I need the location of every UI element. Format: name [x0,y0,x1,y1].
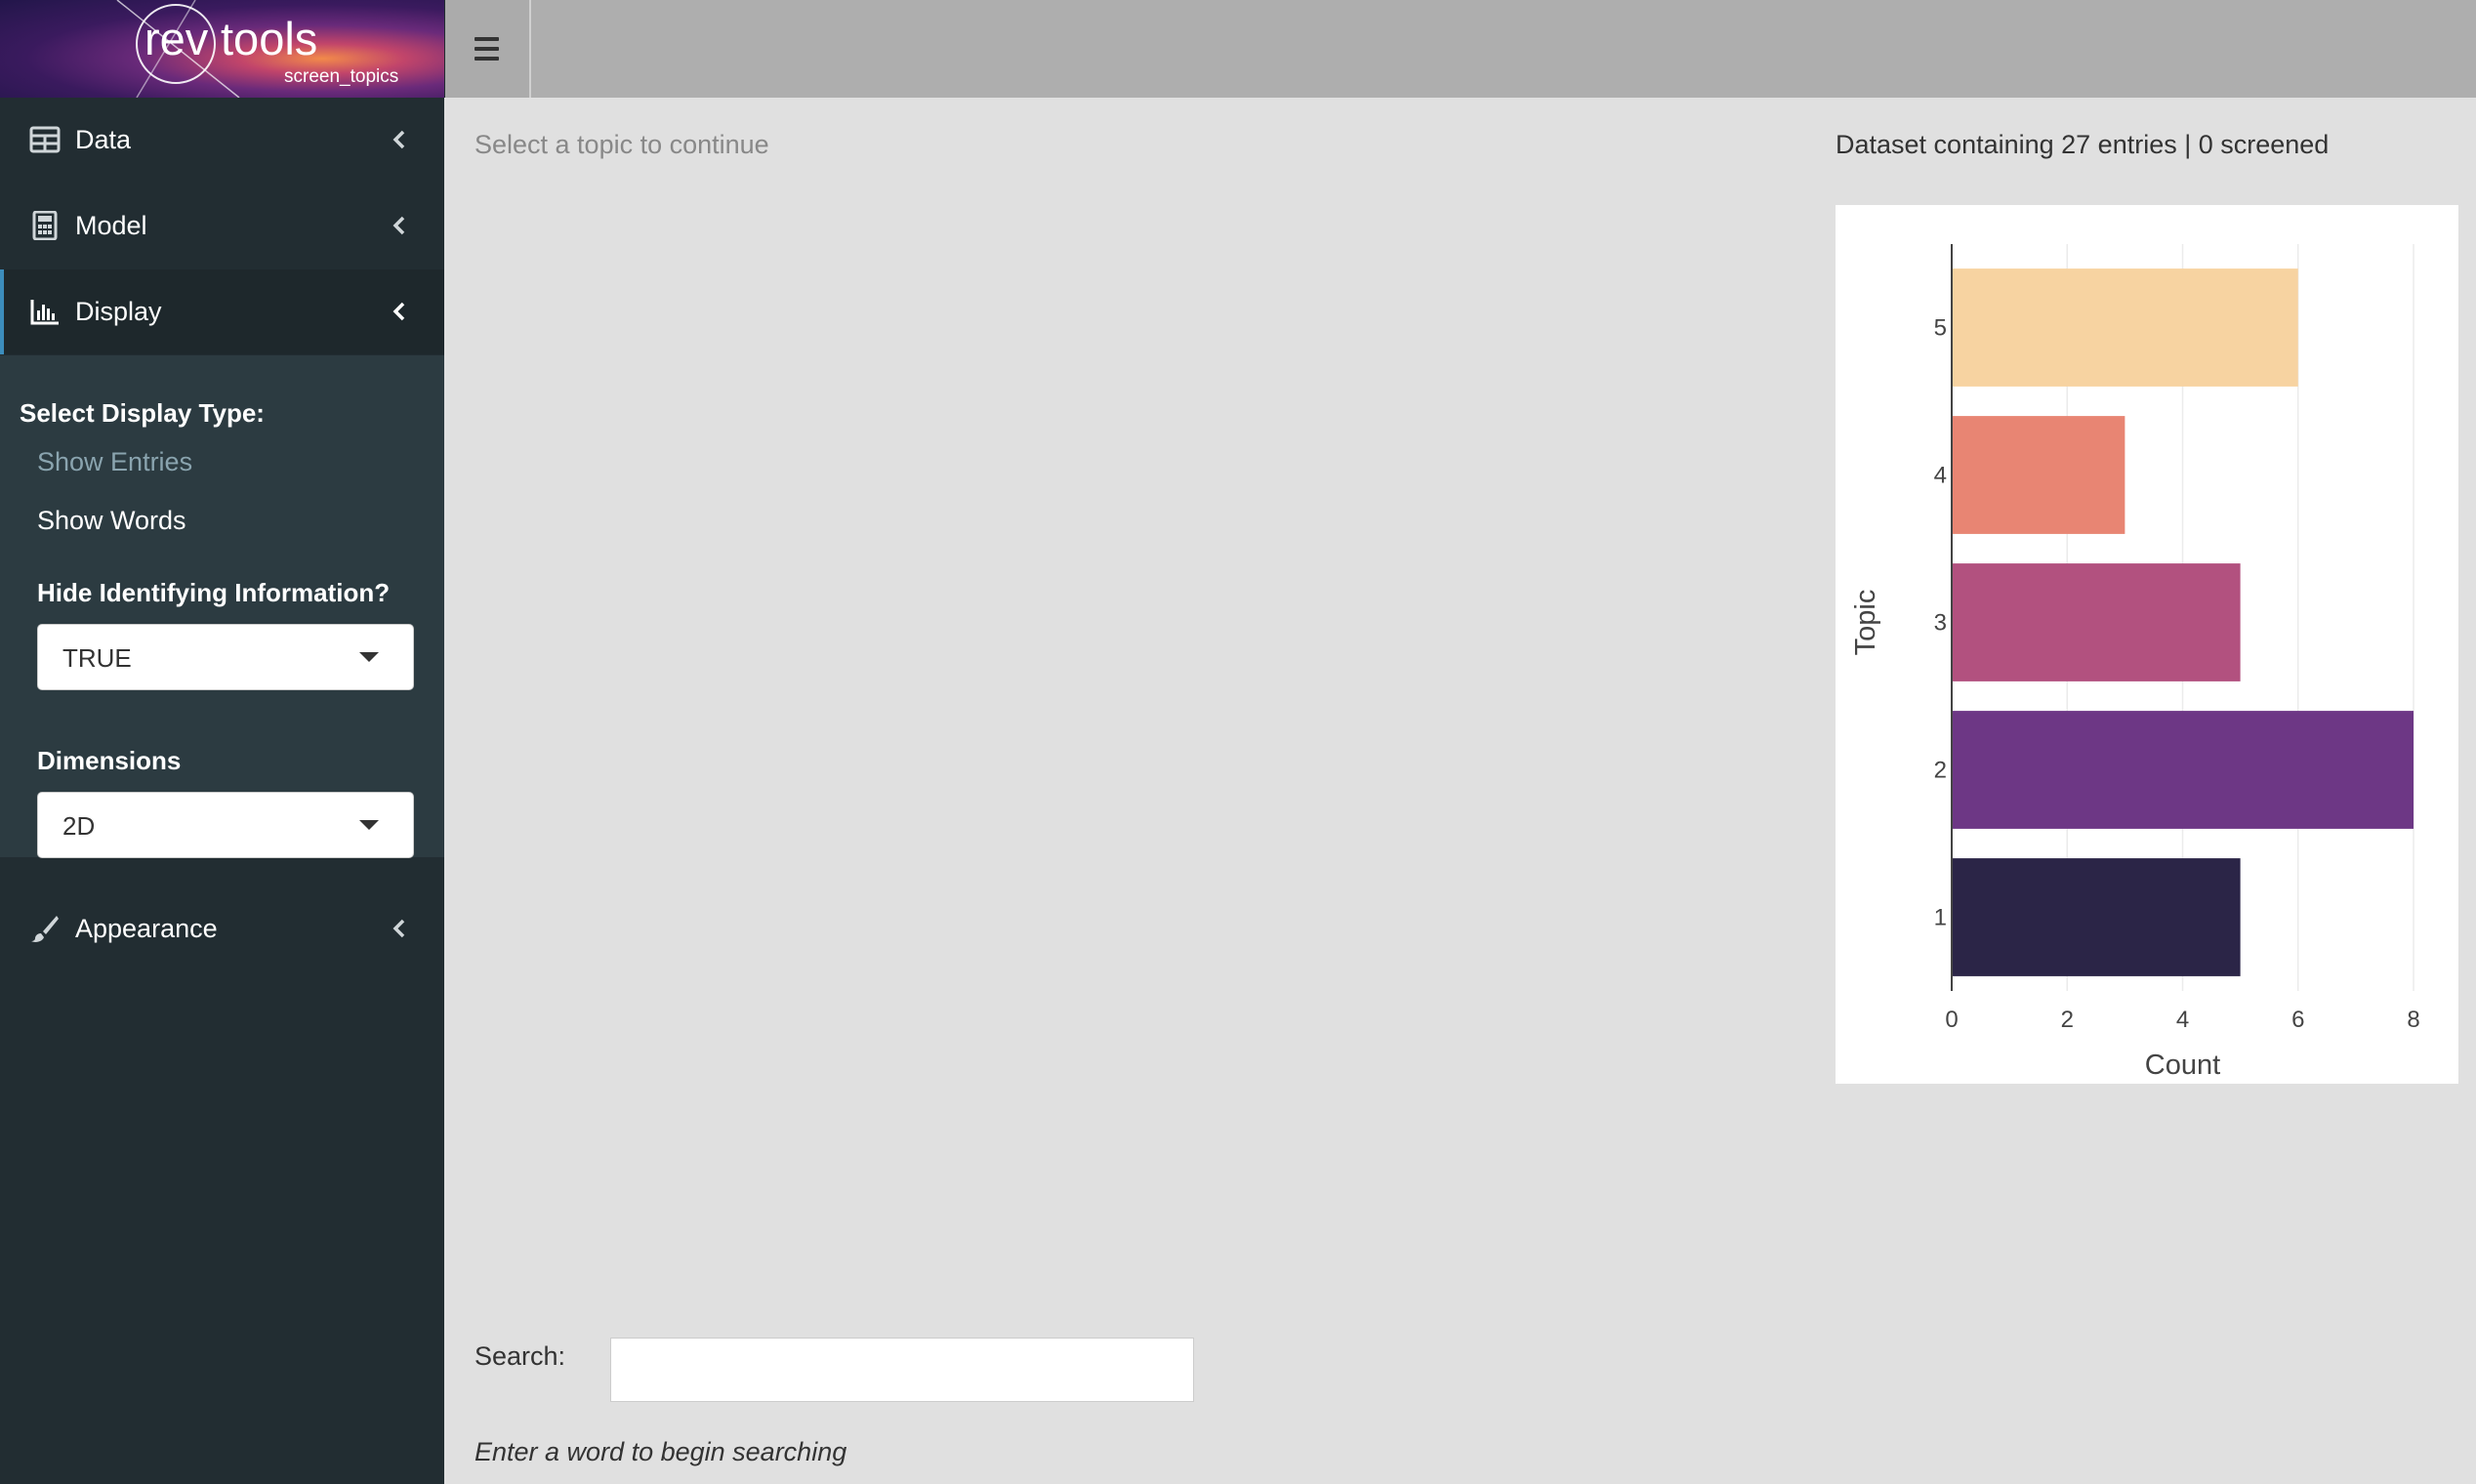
dimensions-select[interactable]: 2D [37,792,414,858]
y-axis-title: Topic [1850,590,1881,656]
sidebar-item-appearance[interactable]: Appearance [0,886,444,971]
caret-down-icon [359,820,379,830]
sidebar-item-label: Display [75,297,162,326]
topic-bar-chart[interactable]: 1 2 3 4 5 0 2 4 6 8 Count Topic [1836,205,2458,1084]
sidebar-item-data[interactable]: Data [0,98,444,183]
logo-subtitle: screen_topics [284,66,399,87]
dimensions-heading: Dimensions [37,746,182,775]
sidebar-item-label: Model [75,211,147,240]
logo-rev-text: rev [144,13,209,64]
y-tick-label: 4 [1934,463,1947,489]
bar-topic-1[interactable] [1952,858,2241,976]
x-axis-title: Count [2145,1050,2220,1081]
chevron-left-icon [392,302,405,321]
x-tick-label: 4 [2176,1007,2189,1033]
hamburger-menu-icon[interactable] [475,37,499,66]
select-topic-prompt: Select a topic to continue [475,130,769,159]
chart-svg[interactable]: 1 2 3 4 5 0 2 4 6 8 Count Topic [1836,205,2458,1084]
sidebar-item-display[interactable]: Display [0,269,444,354]
bar-chart-icon [30,300,59,325]
top-navbar [531,0,2476,98]
caret-down-icon [359,652,379,662]
logo: rev tools screen_topics [0,0,444,98]
y-tick-label: 1 [1934,905,1947,931]
hide-info-heading: Hide Identifying Information? [37,578,391,607]
y-tick-label: 2 [1934,758,1947,784]
x-tick-label: 0 [1945,1007,1958,1033]
bar-topic-3[interactable] [1952,563,2241,681]
bar-topic-4[interactable] [1952,416,2125,534]
search-input[interactable] [610,1338,1194,1402]
chevron-left-icon [392,130,405,149]
sidebar-item-model[interactable]: Model [0,184,444,268]
table-icon [29,126,61,153]
chevron-left-icon [392,919,405,938]
dimensions-value: 2D [62,811,96,841]
hide-info-value: TRUE [62,643,132,673]
paintbrush-icon [31,916,59,942]
chevron-left-icon [392,216,405,235]
sidebar-item-label: Data [75,125,132,154]
y-tick-label: 3 [1934,610,1947,637]
x-tick-label: 8 [2407,1007,2419,1033]
show-words-option[interactable]: Show Words [37,506,186,536]
bar-topic-2[interactable] [1952,711,2414,829]
search-label: Search: [475,1341,566,1371]
bar-topic-5[interactable] [1952,268,2298,387]
show-entries-option[interactable]: Show Entries [37,447,192,477]
y-tick-label: 5 [1934,315,1947,342]
x-tick-label: 6 [2291,1007,2304,1033]
x-tick-label: 2 [2061,1007,2074,1033]
hide-info-select[interactable]: TRUE [37,624,414,690]
calculator-icon [32,211,58,240]
dataset-summary: Dataset containing 27 entries | 0 screen… [1836,130,2330,159]
logo-tools-text: tools [221,13,318,64]
search-help-text: Enter a word to begin searching [475,1437,847,1466]
sidebar-item-label: Appearance [75,914,218,943]
display-type-heading: Select Display Type: [20,398,265,428]
